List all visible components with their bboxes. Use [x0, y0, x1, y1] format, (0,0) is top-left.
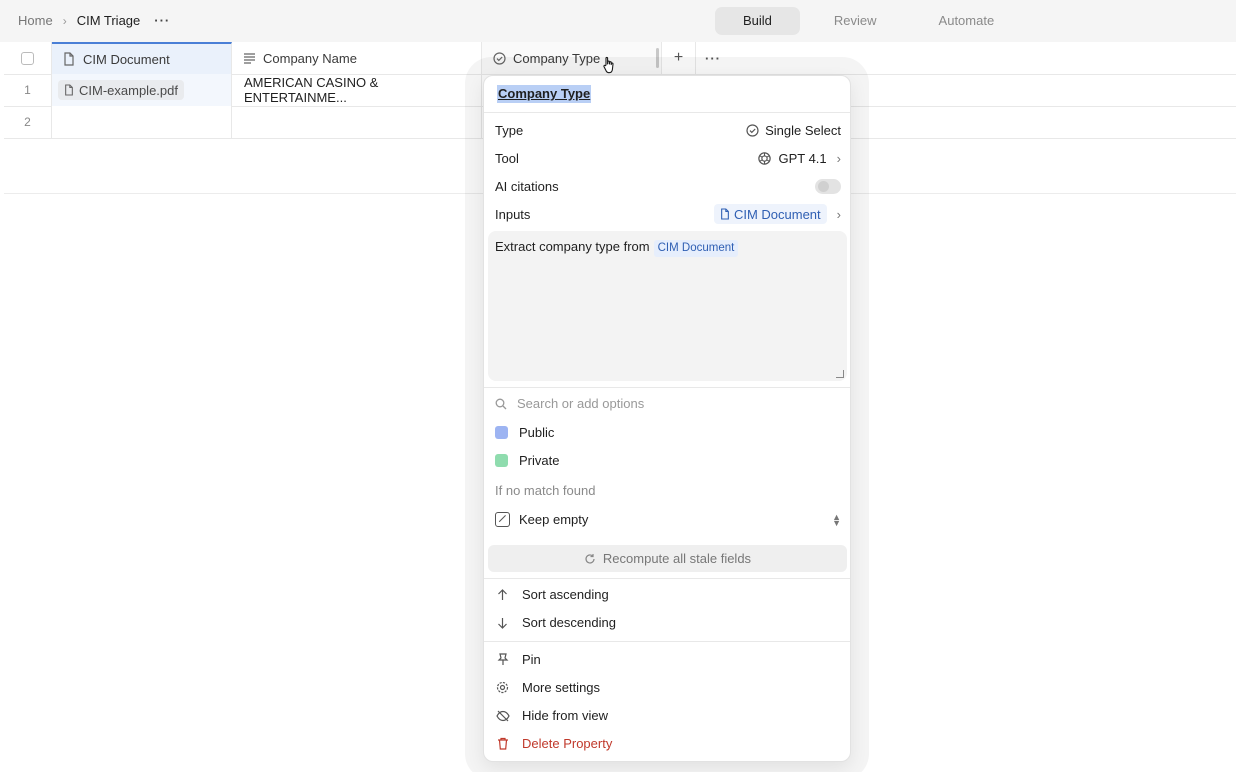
table-cell-company-name[interactable]: AMERICAN CASINO & ENTERTAINME...: [232, 74, 482, 106]
single-select-icon: [492, 51, 506, 65]
column-header-cim-document[interactable]: CIM Document: [52, 42, 232, 74]
tool-row[interactable]: Tool GPT 4.1 ›: [495, 147, 841, 169]
chevron-right-icon: ›: [836, 206, 841, 222]
hide-from-view-item[interactable]: Hide from view: [495, 708, 608, 723]
type-label: Type: [495, 122, 524, 138]
prompt-reference-chip[interactable]: CIM Document: [653, 240, 739, 257]
file-chip[interactable]: CIM-example.pdf: [58, 80, 184, 100]
option-color-swatch[interactable]: [495, 426, 508, 439]
ai-citations-row: AI citations: [495, 175, 841, 197]
mode-tabs: Build Review Automate: [715, 7, 1022, 35]
type-value: Single Select: [765, 122, 841, 138]
prompt-text: Extract company type from: [495, 239, 650, 254]
breadcrumb-current[interactable]: CIM Triage: [77, 13, 141, 28]
search-placeholder: Search or add options: [517, 396, 645, 411]
file-icon: [721, 208, 729, 220]
arrow-down-icon: [495, 617, 510, 629]
menu-label: More settings: [522, 680, 601, 695]
tool-value: GPT 4.1: [778, 150, 827, 166]
option-item[interactable]: Public: [495, 425, 554, 440]
table-cell-document[interactable]: [52, 106, 232, 138]
select-all-checkbox[interactable]: [21, 51, 34, 65]
breadcrumb: Home › CIM Triage ···: [18, 13, 170, 28]
divider: [484, 387, 850, 388]
column-resize-handle[interactable]: [656, 48, 659, 68]
pin-icon: [495, 653, 510, 666]
option-search-input[interactable]: Search or add options: [495, 396, 644, 411]
file-icon: [62, 52, 76, 66]
chevron-right-icon: ›: [836, 150, 841, 166]
column-header-company-type[interactable]: Company Type: [482, 42, 662, 74]
menu-label: Delete Property: [522, 736, 613, 751]
menu-label: Sort ascending: [522, 587, 609, 602]
recompute-label: Recompute all stale fields: [602, 551, 752, 566]
more-settings-item[interactable]: More settings: [495, 680, 600, 695]
inputs-row[interactable]: Inputs CIM Document ›: [495, 203, 841, 225]
recompute-button[interactable]: Recompute all stale fields: [488, 545, 847, 572]
sort-ascending-item[interactable]: Sort ascending: [495, 587, 609, 602]
menu-label: Hide from view: [522, 708, 608, 723]
column-header-label: Company Name: [263, 50, 357, 66]
chevron-right-icon: ›: [62, 13, 67, 28]
delete-property-item[interactable]: Delete Property: [495, 736, 612, 751]
divider: [484, 641, 850, 642]
more-columns-icon[interactable]: ···: [696, 42, 730, 74]
hand-cursor-icon: [603, 56, 614, 74]
select-all-header: [4, 42, 52, 74]
text-lines-icon: [242, 51, 256, 65]
sort-descending-item[interactable]: Sort descending: [495, 615, 616, 630]
input-chip-label: CIM Document: [733, 206, 821, 222]
type-row[interactable]: Type Single Select: [495, 119, 841, 141]
tab-review[interactable]: Review: [806, 7, 905, 35]
arrow-up-icon: [495, 588, 510, 601]
textarea-resize-icon[interactable]: [836, 370, 844, 378]
breadcrumb-home[interactable]: Home: [18, 13, 53, 28]
option-item[interactable]: Private: [495, 453, 559, 468]
option-label: Private: [519, 453, 560, 468]
file-icon: [65, 84, 73, 96]
column-header-label: Company Type: [513, 50, 601, 66]
no-match-select[interactable]: Keep empty ▲ ▼: [495, 512, 841, 527]
input-chip[interactable]: CIM Document: [713, 204, 827, 224]
tool-label: Tool: [495, 150, 519, 166]
ai-citations-label: AI citations: [495, 178, 559, 194]
openai-logo-icon: [758, 151, 772, 165]
menu-label: Sort descending: [522, 615, 616, 630]
ai-citations-toggle[interactable]: [815, 178, 841, 194]
toggle-knob: [818, 180, 829, 192]
column-settings-popover: Company Type Type Single Select Tool GPT…: [483, 75, 851, 762]
more-options-icon[interactable]: ···: [154, 13, 170, 28]
top-bar: Home › CIM Triage ··· Build Review Autom…: [0, 0, 1236, 42]
column-header-label: CIM Document: [83, 51, 170, 67]
file-name: CIM-example.pdf: [79, 82, 178, 98]
pin-item[interactable]: Pin: [495, 652, 541, 667]
column-title-input[interactable]: Company Type: [497, 85, 592, 103]
chevron-up-down-icon: ▲ ▼: [832, 511, 841, 528]
column-header-company-name[interactable]: Company Name: [232, 42, 482, 74]
table-cell-document[interactable]: CIM-example.pdf: [52, 74, 232, 106]
empty-slash-icon: [495, 512, 510, 527]
divider: [484, 578, 850, 579]
inputs-label: Inputs: [495, 206, 531, 222]
no-match-label: If no match found: [495, 483, 596, 498]
no-match-value: Keep empty: [519, 512, 589, 527]
add-column-button[interactable]: +: [662, 42, 696, 74]
menu-label: Pin: [522, 652, 541, 667]
refresh-icon: [585, 553, 595, 564]
gear-icon: [495, 681, 510, 694]
row-number: 1: [4, 74, 52, 106]
option-color-swatch[interactable]: [495, 454, 508, 467]
tab-automate[interactable]: Automate: [911, 7, 1023, 35]
row-number: 2: [4, 106, 52, 138]
table-cell-company-name[interactable]: [232, 106, 482, 138]
trash-icon: [495, 737, 510, 750]
prompt-textarea[interactable]: Extract company type from CIM Document: [488, 231, 847, 381]
search-icon: [495, 398, 507, 409]
option-label: Public: [519, 425, 555, 440]
eye-off-icon: [495, 710, 510, 722]
tab-build[interactable]: Build: [715, 7, 800, 35]
single-select-icon: [746, 123, 759, 137]
divider: [484, 112, 850, 113]
